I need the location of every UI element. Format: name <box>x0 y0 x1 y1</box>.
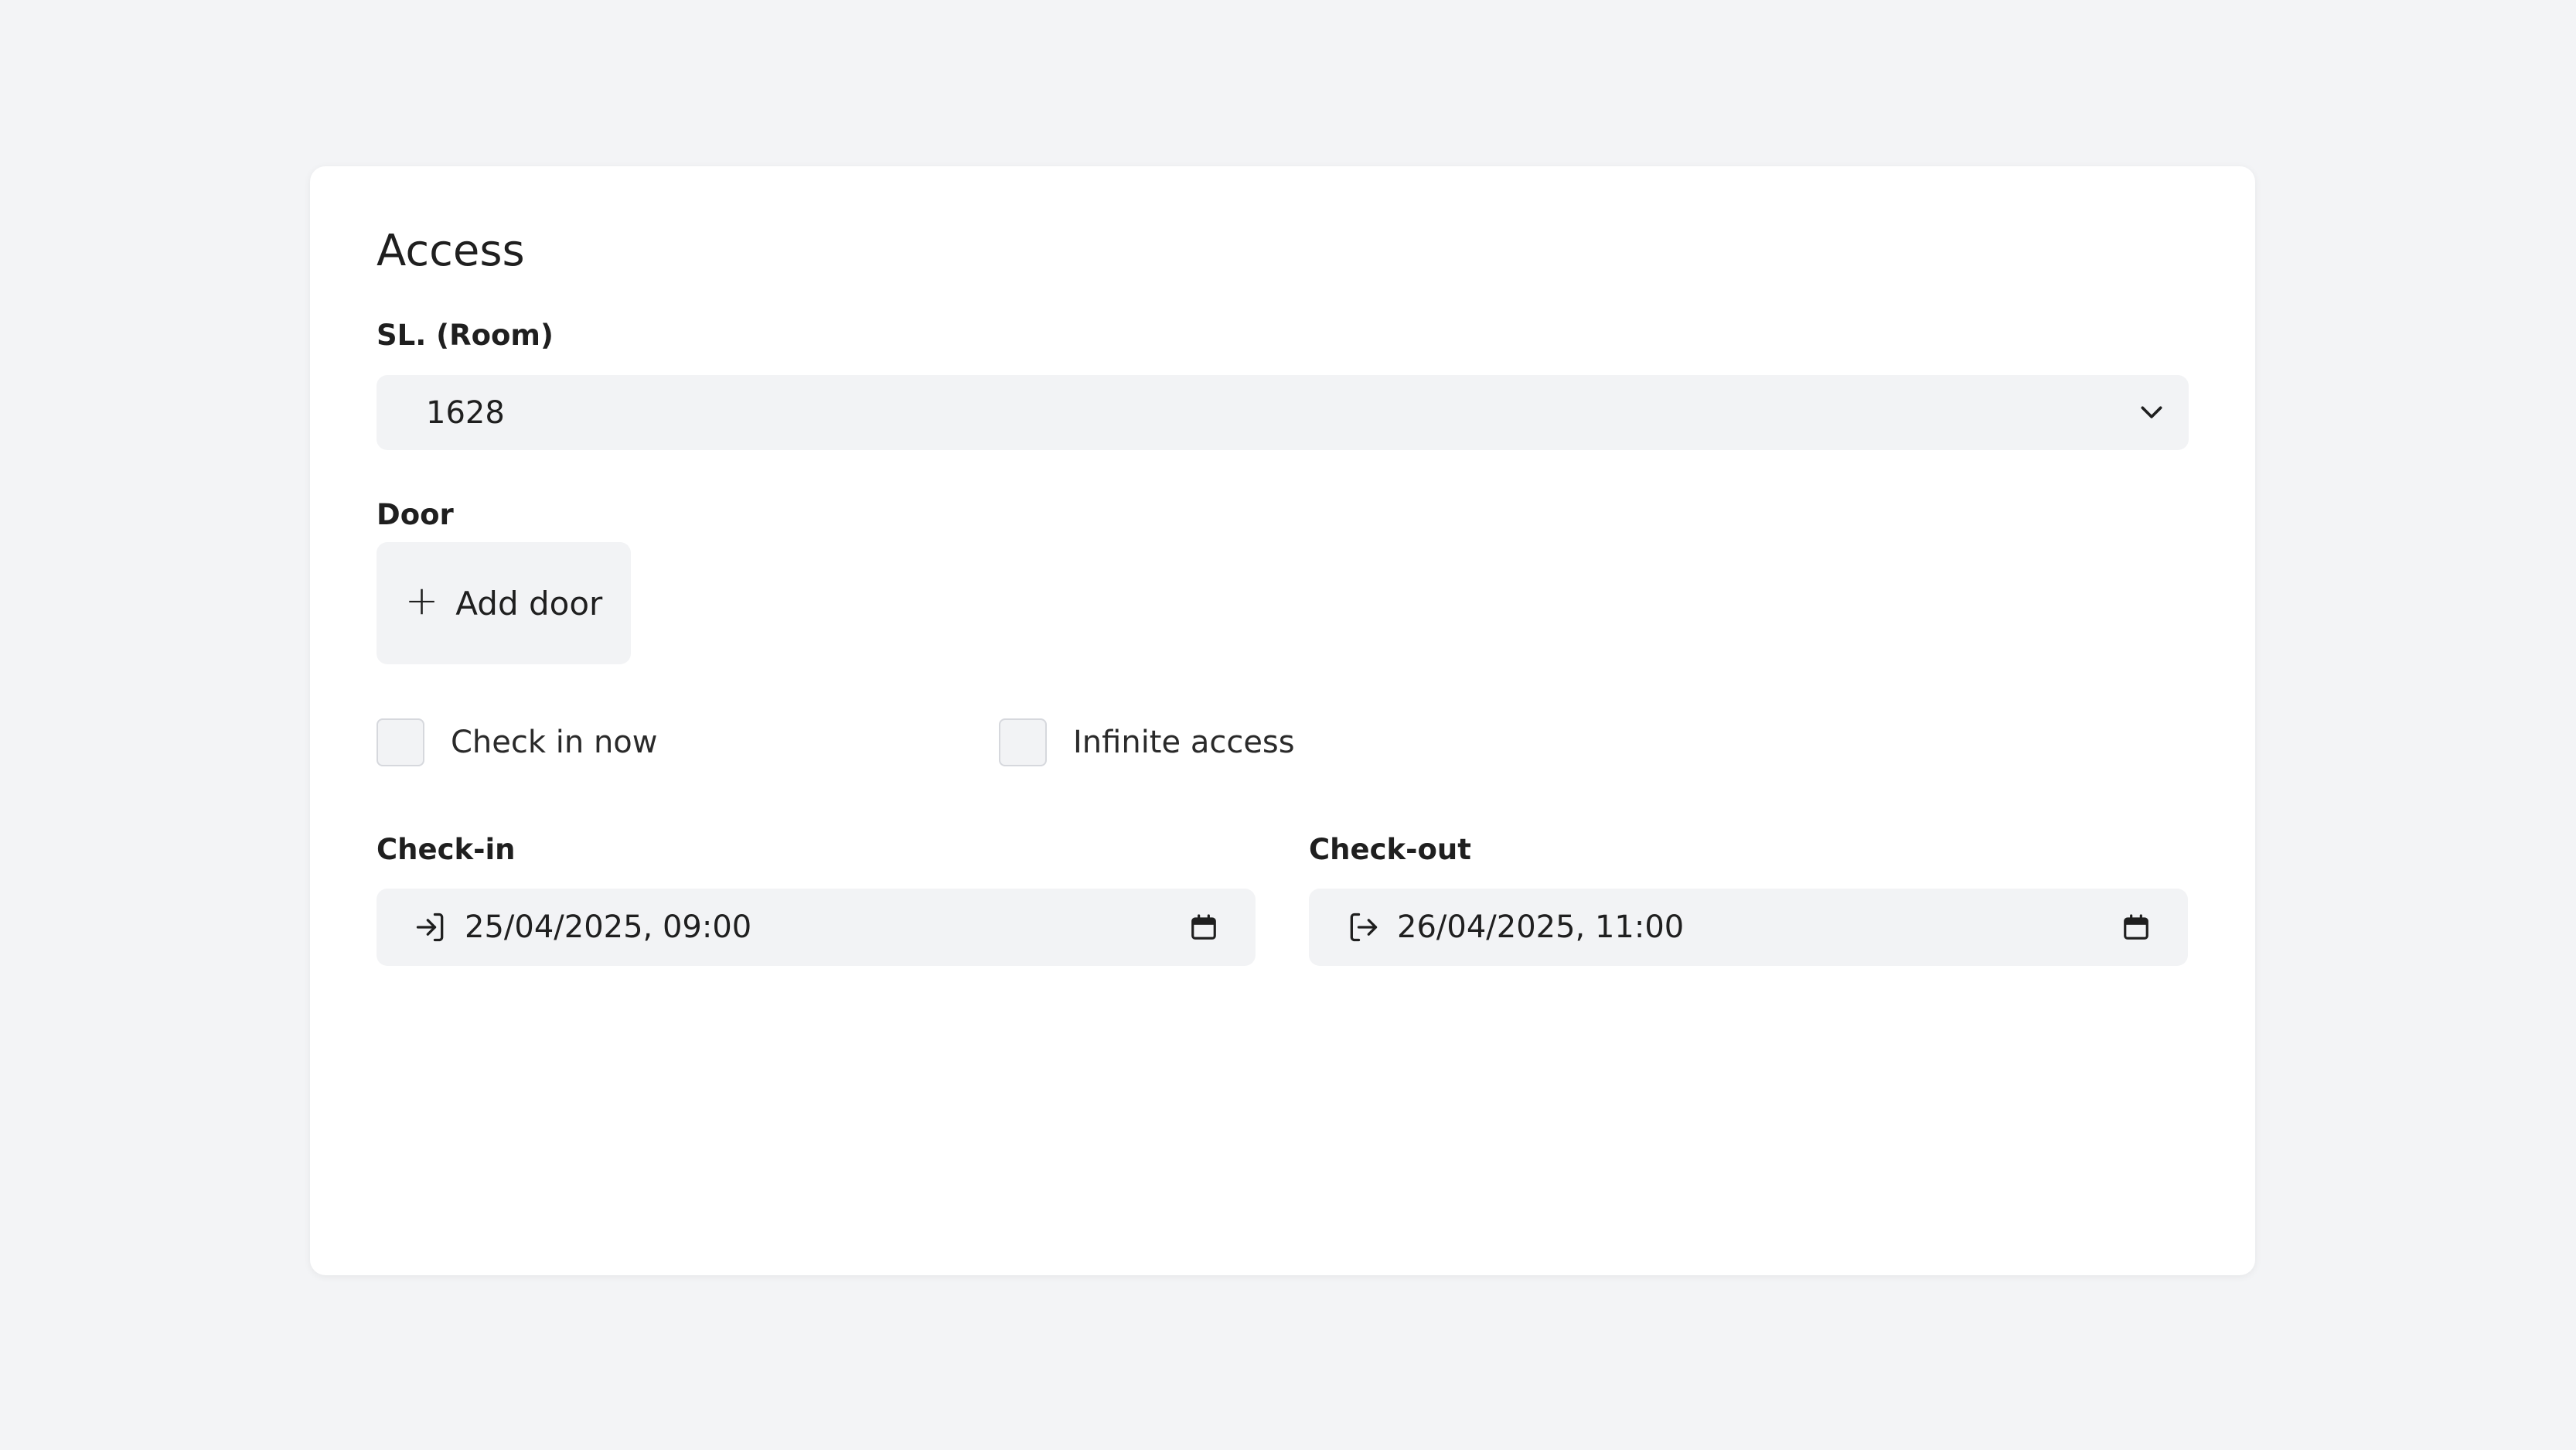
check-in-field[interactable]: 25/04/2025, 09:00 <box>377 889 1256 966</box>
infinite-access-checkbox[interactable] <box>999 718 1047 766</box>
calendar-icon[interactable] <box>1189 913 1218 942</box>
logout-icon <box>1346 910 1380 944</box>
room-select[interactable]: 1628 <box>377 375 2189 450</box>
check-in-now-checkbox[interactable] <box>377 718 424 766</box>
login-icon <box>414 910 448 944</box>
add-door-button[interactable]: + Add door <box>377 542 631 664</box>
check-out-value: 26/04/2025, 11:00 <box>1397 909 1685 945</box>
check-out-field[interactable]: 26/04/2025, 11:00 <box>1309 889 2188 966</box>
calendar-icon[interactable] <box>2121 913 2151 942</box>
check-in-label: Check-in <box>377 833 516 866</box>
room-label: SL. (Room) <box>377 319 554 352</box>
check-in-now-option[interactable]: Check in now <box>377 718 657 766</box>
panel-title: Access <box>377 226 525 276</box>
check-in-now-label: Check in now <box>451 725 658 760</box>
add-door-label: Add door <box>455 584 603 623</box>
infinite-access-label: Infinite access <box>1073 725 1295 760</box>
door-label: Door <box>377 498 454 531</box>
chevron-down-icon <box>2136 397 2167 428</box>
check-in-value: 25/04/2025, 09:00 <box>465 909 752 945</box>
infinite-access-option[interactable]: Infinite access <box>999 718 1295 766</box>
room-select-value: 1628 <box>426 394 505 431</box>
check-out-label: Check-out <box>1309 833 1471 866</box>
access-panel: Access SL. (Room) 1628 Door + Add door C… <box>310 166 2255 1275</box>
plus-icon: + <box>404 578 439 624</box>
